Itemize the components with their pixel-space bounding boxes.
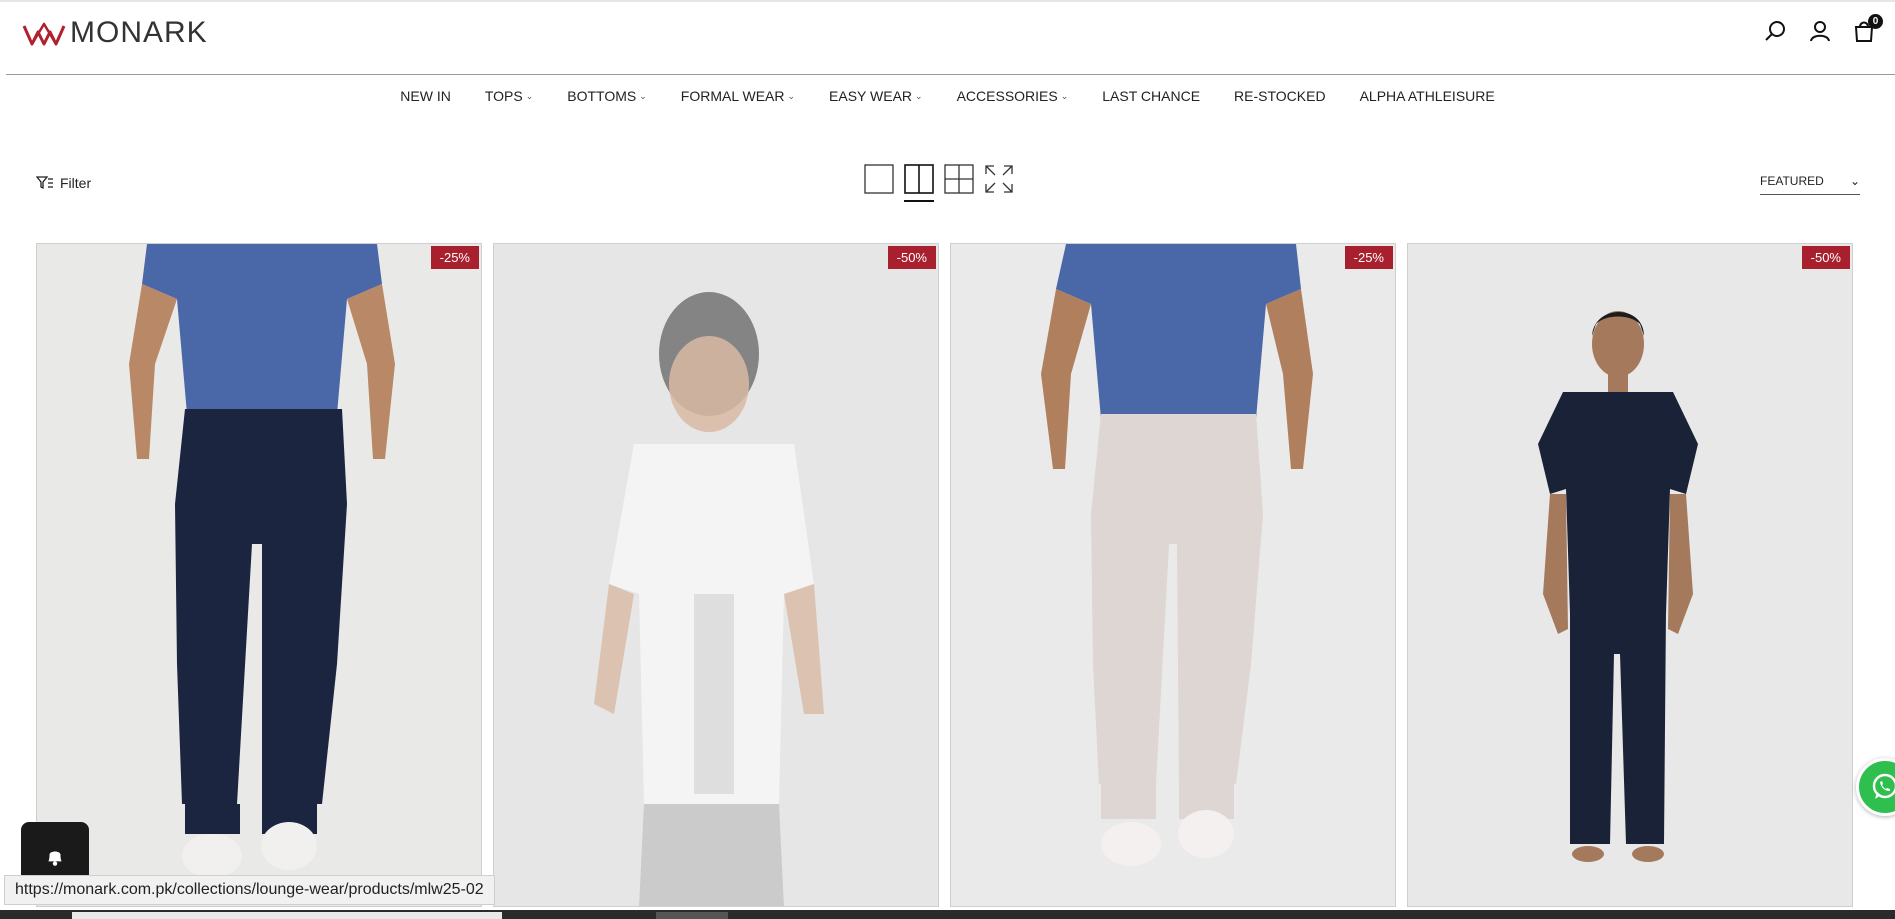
expand-icon (985, 165, 1013, 193)
chevron-down-icon: ⌄ (639, 91, 647, 101)
product-image (37, 244, 481, 906)
main-nav: NEW IN TOPS ⌄ BOTTOMS ⌄ FORMAL WEAR ⌄ EASY … (0, 88, 1895, 104)
bell-icon (48, 851, 62, 866)
filter-icon (36, 176, 53, 190)
bag-icon[interactable]: 0 (1851, 14, 1883, 44)
view-4-columns-button[interactable] (944, 164, 974, 194)
nav-item-new-in[interactable]: NEW IN (400, 88, 451, 104)
grid-view-switcher (864, 164, 1014, 202)
search-icon[interactable] (1763, 18, 1789, 44)
nav-item-re-stocked[interactable]: RE-STOCKED (1234, 88, 1326, 104)
product-image (1408, 244, 1852, 906)
nav-item-easy-wear[interactable]: EASY WEAR ⌄ (829, 88, 923, 104)
four-grid-icon (944, 164, 974, 194)
cart-count-badge: 0 (1868, 14, 1883, 29)
discount-badge: -25% (1344, 246, 1393, 269)
two-column-icon (904, 164, 934, 194)
filter-label: Filter (60, 175, 92, 191)
single-column-icon (864, 164, 894, 194)
product-card[interactable]: -50% (493, 243, 939, 907)
browser-status-url: https://monark.com.pk/collections/lounge… (4, 875, 495, 905)
brand-logo[interactable]: MONARK (22, 16, 208, 50)
whatsapp-icon (1872, 773, 1895, 799)
product-image (494, 244, 938, 906)
discount-badge: -25% (430, 246, 479, 269)
chevron-down-icon: ⌄ (1849, 174, 1860, 188)
site-header: MONARK 0 (6, 2, 1895, 75)
chevron-down-icon: ⌄ (1060, 91, 1069, 101)
chevron-down-icon: ⌄ (787, 91, 796, 101)
nav-item-tops[interactable]: TOPS ⌄ (485, 88, 533, 104)
discount-badge: -50% (887, 246, 936, 269)
user-icon[interactable] (1807, 18, 1833, 44)
header-actions: 0 (1763, 14, 1883, 44)
product-image (951, 244, 1395, 906)
product-grid: -25% -50% -25% -50% (36, 243, 1853, 907)
filter-button[interactable]: Filter (36, 175, 91, 191)
whatsapp-chat-button[interactable] (1856, 758, 1895, 816)
taskbar-item (72, 912, 502, 919)
product-card[interactable]: -50% (1407, 243, 1853, 907)
product-card[interactable]: -25% (950, 243, 1396, 907)
taskbar-item (656, 912, 728, 919)
brand-name: MONARK (70, 16, 208, 49)
view-1-column-button[interactable] (864, 164, 894, 194)
fullscreen-view-button[interactable] (984, 164, 1014, 194)
chevron-down-icon: ⌄ (525, 91, 534, 101)
discount-badge: -50% (1801, 246, 1850, 269)
view-2-columns-button[interactable] (904, 164, 934, 202)
nav-item-last-chance[interactable]: LAST CHANCE (1102, 88, 1200, 104)
nav-item-alpha-athleisure[interactable]: ALPHA ATHLEISURE (1360, 88, 1495, 104)
crown-logo-icon (22, 22, 66, 46)
sort-dropdown[interactable]: FEATURED ⌄ (1760, 174, 1860, 195)
nav-item-accessories[interactable]: ACCESSORIES ⌄ (957, 88, 1069, 104)
nav-item-bottoms[interactable]: BOTTOMS ⌄ (567, 88, 647, 104)
chevron-down-icon: ⌄ (915, 91, 923, 101)
product-card[interactable]: -25% (36, 243, 482, 907)
sort-selected-value: FEATURED (1760, 174, 1824, 188)
nav-item-formal-wear[interactable]: FORMAL WEAR ⌄ (681, 88, 795, 104)
